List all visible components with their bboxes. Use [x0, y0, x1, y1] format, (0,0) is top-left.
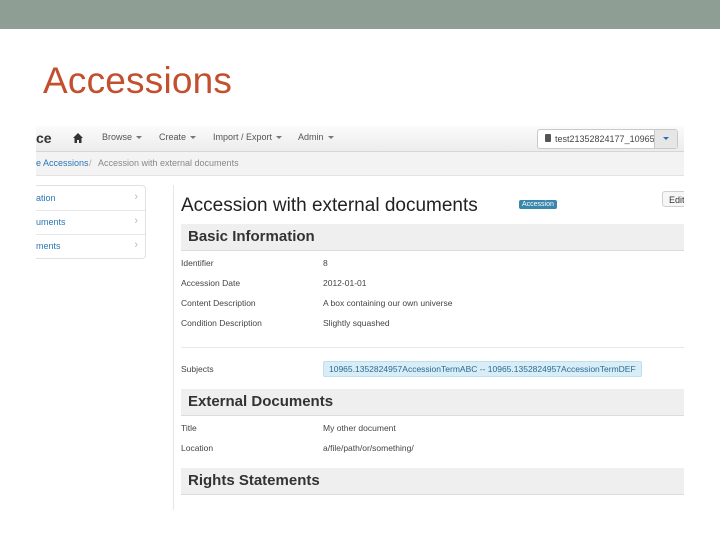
- sidebar-item-rights-statements[interactable]: ments ›: [36, 234, 145, 258]
- chevron-down-icon: [327, 136, 334, 140]
- chevron-right-icon: ›: [134, 191, 138, 203]
- sidebar-nav: ation › uments › ments ›: [36, 185, 146, 259]
- slide-top-bar: [0, 0, 720, 29]
- record-type-badge: Accession: [519, 200, 557, 209]
- field-label: Content Description: [181, 298, 256, 308]
- chevron-down-icon: [276, 136, 283, 140]
- field-label: Condition Description: [181, 318, 262, 328]
- nav-create-label: Create: [159, 132, 187, 142]
- record-title: Accession with external documents: [181, 195, 478, 216]
- nav-import-export[interactable]: Import / Export: [213, 132, 283, 142]
- section-heading: Basic Information: [188, 228, 315, 245]
- field-label: Accession Date: [181, 278, 241, 288]
- chevron-down-icon: [663, 137, 669, 140]
- field-value: 8: [323, 258, 328, 268]
- field-label: Title: [181, 423, 197, 433]
- breadcrumb-separator: /: [89, 158, 92, 168]
- edit-button[interactable]: Edit: [662, 191, 684, 207]
- field-label: Location: [181, 443, 214, 453]
- section-heading: Rights Statements: [188, 472, 320, 489]
- nav-browse-label: Browse: [102, 132, 133, 142]
- chevron-down-icon: [190, 136, 197, 140]
- breadcrumb-current: Accession with external documents: [98, 158, 239, 168]
- sidebar-item-external-documents[interactable]: uments ›: [36, 210, 145, 235]
- record-main: Accession with external documents Access…: [173, 185, 684, 510]
- repository-selector[interactable]: test21352824177_10965: [537, 129, 678, 149]
- repository-dropdown-button[interactable]: [654, 130, 677, 148]
- field-label: Identifier: [181, 258, 214, 268]
- sidebar-item-label: ments: [36, 241, 61, 251]
- chevron-down-icon: [136, 136, 143, 140]
- field-value: a/file/path/or/something/: [323, 443, 414, 453]
- section-external-documents: External Documents: [181, 389, 684, 416]
- breadcrumb-accessions-link[interactable]: e Accessions: [36, 158, 89, 168]
- sidebar-item-basic-information[interactable]: ation ›: [36, 186, 145, 211]
- app-screenshot: ce Browse Create Import / Export Admin t…: [36, 126, 684, 510]
- top-navbar: ce Browse Create Import / Export Admin t…: [36, 126, 684, 152]
- chevron-right-icon: ›: [134, 215, 138, 227]
- field-value: Slightly squashed: [323, 318, 390, 328]
- nav-create[interactable]: Create: [159, 132, 197, 142]
- nav-admin[interactable]: Admin: [298, 132, 334, 142]
- field-value: 2012-01-01: [323, 278, 367, 288]
- repository-icon: [545, 134, 551, 142]
- nav-admin-label: Admin: [298, 132, 324, 142]
- section-heading: External Documents: [188, 393, 334, 410]
- subject-tag[interactable]: 10965.1352824957AccessionTermABC -- 1096…: [323, 361, 642, 377]
- nav-browse[interactable]: Browse: [102, 132, 143, 142]
- section-rights-statements: Rights Statements: [181, 468, 684, 495]
- brand-logo[interactable]: ce: [36, 130, 52, 146]
- divider: [181, 347, 684, 348]
- chevron-right-icon: ›: [134, 239, 138, 251]
- repository-name: test21352824177_10965: [555, 134, 655, 144]
- subjects-label: Subjects: [181, 364, 214, 374]
- breadcrumb: e Accessions / Accession with external d…: [36, 152, 684, 176]
- home-icon[interactable]: [73, 133, 83, 143]
- field-value: My other document: [323, 423, 396, 433]
- nav-import-export-label: Import / Export: [213, 132, 273, 142]
- slide-title: Accessions: [43, 60, 233, 101]
- field-value: A box containing our own universe: [323, 298, 453, 308]
- section-basic-information: Basic Information: [181, 224, 684, 251]
- sidebar-item-label: ation: [36, 193, 56, 203]
- sidebar-item-label: uments: [36, 217, 66, 227]
